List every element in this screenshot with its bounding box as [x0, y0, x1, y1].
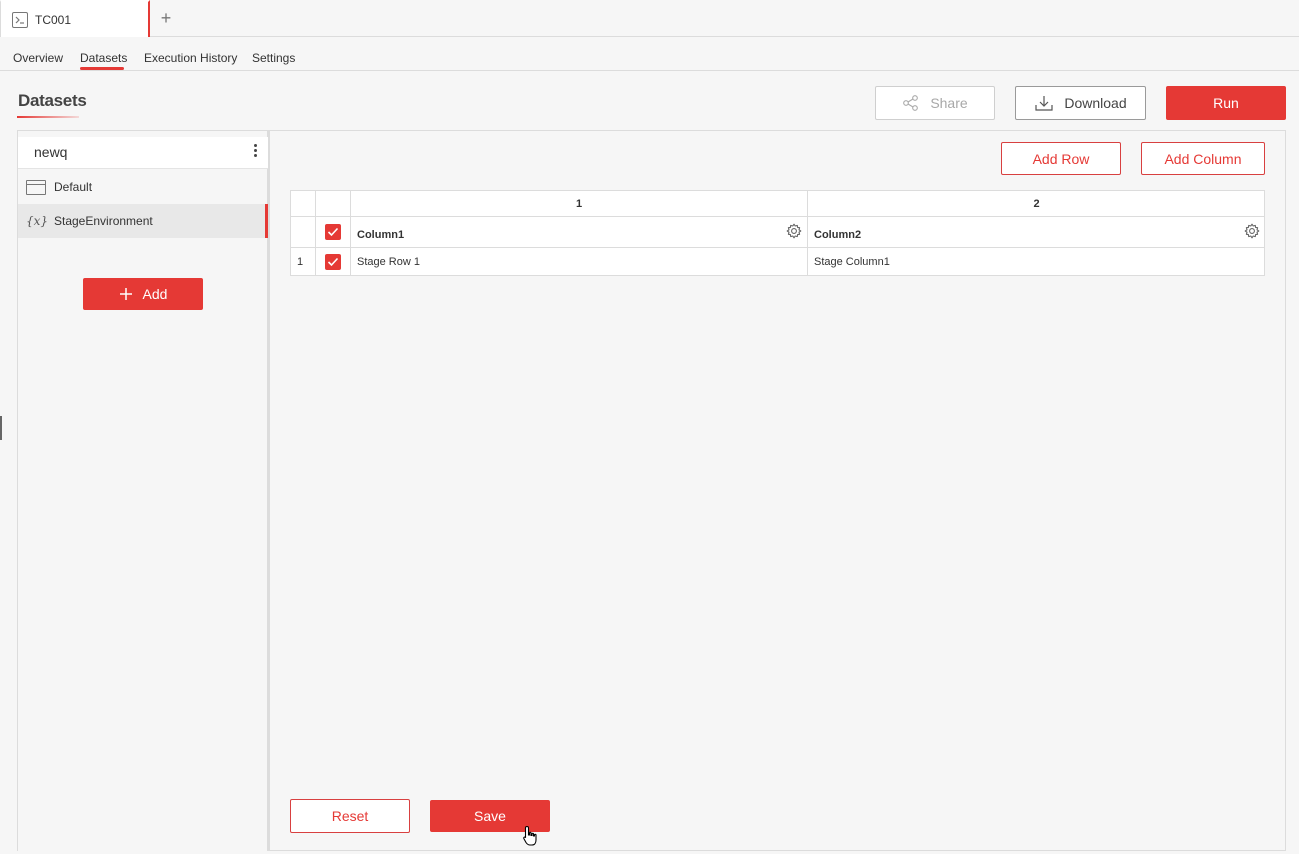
share-icon — [903, 95, 919, 111]
tab-datasets[interactable]: Datasets — [80, 51, 127, 65]
file-tab-bar: TC001 + — [0, 0, 1299, 37]
new-tab-button[interactable]: + — [156, 7, 176, 29]
hand-cursor-icon — [523, 825, 537, 846]
gear-icon[interactable] — [786, 223, 802, 239]
column-header-label: Column2 — [814, 229, 862, 241]
active-tab-indicator — [80, 67, 124, 70]
select-all-checkbox[interactable] — [316, 217, 351, 248]
page-title: Datasets — [18, 91, 87, 110]
column-number-1: 1 — [351, 191, 808, 217]
checkbox-checked-icon — [325, 224, 341, 240]
download-button[interactable]: Download — [1015, 86, 1146, 120]
table-cell[interactable]: Stage Row 1 — [351, 248, 808, 276]
pane-divider[interactable] — [268, 131, 270, 851]
file-tab-tc001[interactable]: TC001 — [0, 0, 150, 37]
dataset-item-stage-environment[interactable]: {x} StageEnvironment — [18, 204, 268, 238]
share-label: Share — [930, 95, 968, 111]
dataset-item-label: StageEnvironment — [54, 214, 153, 228]
more-options-icon[interactable] — [252, 144, 258, 160]
corner-cell — [291, 191, 316, 217]
row-checkbox[interactable] — [316, 248, 351, 276]
add-dataset-button[interactable]: Add — [83, 278, 203, 310]
add-dataset-label: Add — [142, 286, 168, 302]
run-button[interactable]: Run — [1166, 86, 1286, 120]
dataset-name: newq — [34, 144, 68, 160]
column-number-2: 2 — [808, 191, 1265, 217]
download-label: Download — [1064, 95, 1127, 111]
column-header-1[interactable]: Column1 — [351, 217, 808, 248]
dataset-header: newq — [18, 137, 268, 169]
checkbox-checked-icon — [325, 254, 341, 270]
tab-overview[interactable]: Overview — [13, 51, 63, 65]
header-index-cell — [291, 217, 316, 248]
row-index: 1 — [291, 248, 316, 276]
dataset-table: 1 2 Column1 Column2 1 Stage Row 1 Stage … — [290, 190, 1265, 276]
tab-settings[interactable]: Settings — [252, 51, 295, 65]
file-tab-label: TC001 — [35, 12, 72, 27]
add-row-button[interactable]: Add Row — [1001, 142, 1121, 175]
terminal-icon — [12, 11, 28, 28]
dataset-item-label: Default — [54, 180, 93, 194]
gear-icon[interactable] — [1244, 223, 1260, 239]
edge-handle[interactable] — [0, 416, 2, 440]
download-icon — [1035, 96, 1053, 111]
title-underline — [17, 116, 79, 118]
table-cell[interactable]: Stage Column1 — [808, 248, 1265, 276]
add-column-button[interactable]: Add Column — [1141, 142, 1265, 175]
reset-button[interactable]: Reset — [290, 799, 410, 833]
corner-cell — [316, 191, 351, 217]
dataset-item-default[interactable]: Default — [18, 170, 268, 204]
column-header-label: Column1 — [357, 229, 405, 241]
share-button[interactable]: Share — [875, 86, 995, 120]
window-icon — [26, 179, 46, 195]
tab-execution-history[interactable]: Execution History — [144, 51, 237, 65]
plus-icon — [119, 288, 132, 300]
sub-navigation: Overview Datasets Execution History Sett… — [0, 37, 1299, 71]
column-header-2[interactable]: Column2 — [808, 217, 1265, 248]
variable-icon: {x} — [26, 214, 49, 228]
dataset-sidebar — [18, 131, 268, 851]
